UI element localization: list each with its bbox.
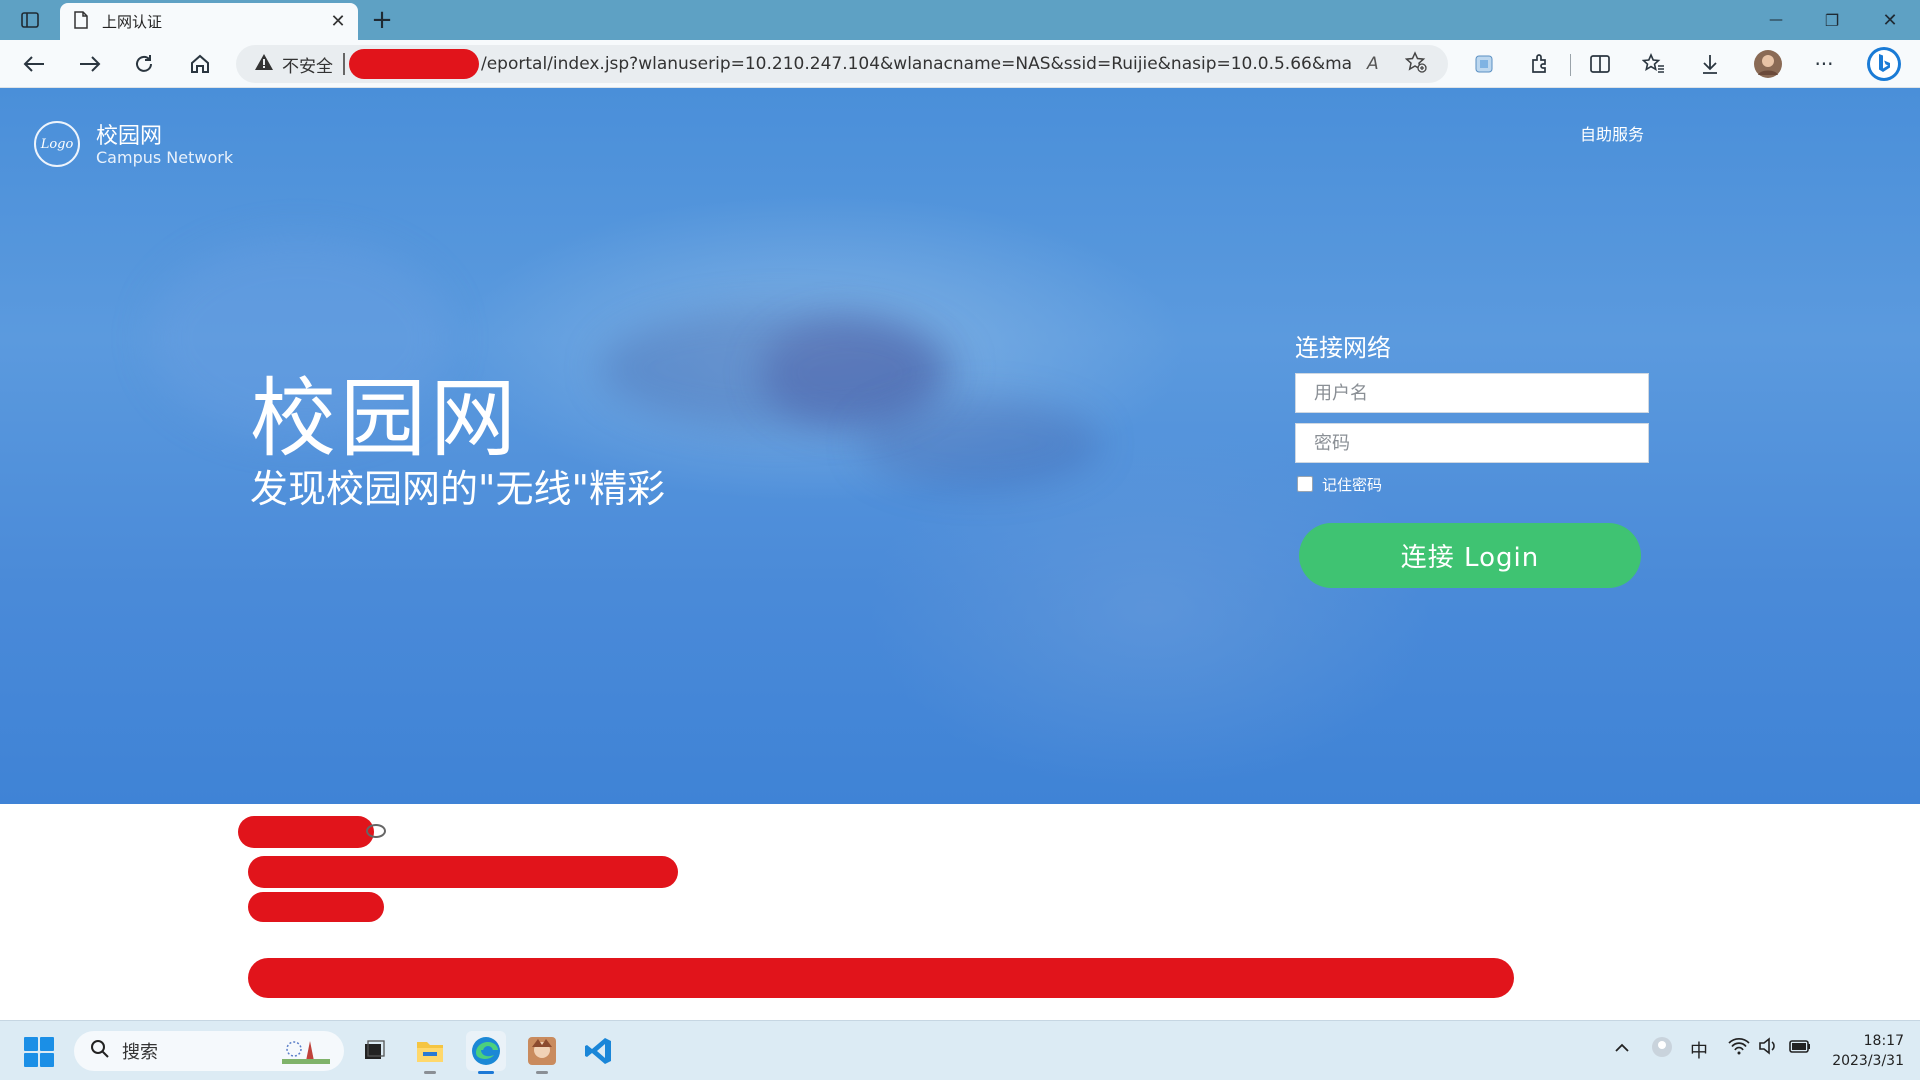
hero-title: 校园网 [250,369,520,469]
redaction-mark [238,816,374,848]
favorites-icon[interactable] [1630,40,1678,88]
redaction-circle [366,824,386,838]
translate-icon[interactable] [1460,40,1508,88]
split-screen-icon[interactable] [1576,40,1624,88]
read-aloud-icon[interactable]: A [1367,54,1379,74]
tab-actions-icon[interactable] [14,6,46,34]
tab-close-icon[interactable]: ✕ [326,10,350,34]
battery-icon[interactable] [1788,1037,1812,1060]
address-bar[interactable]: 不安全 /eportal/index.jsp?wlanuserip=10.210… [236,45,1448,83]
search-icon [90,1039,110,1063]
wifi-icon[interactable] [1728,1037,1750,1060]
clock-time: 18:17 [1863,1033,1904,1049]
forward-icon[interactable] [66,40,114,88]
maximize-button[interactable]: ❐ [1808,4,1856,36]
task-view-icon[interactable] [354,1031,394,1071]
hero-subtitle: 发现校园网的"无线"精彩 [250,467,665,511]
tab-title: 上网认证 [102,13,163,31]
site-name-english: Campus Network [96,148,234,167]
browser-tab-bar: 上网认证 ✕ + — ❐ ✕ [0,0,1920,40]
security-label[interactable]: 不安全 [282,52,333,77]
more-icon[interactable]: ··· [1800,40,1848,88]
browser-tab-active[interactable]: 上网认证 ✕ [60,3,358,40]
username-input[interactable] [1295,373,1649,413]
file-explorer-icon[interactable] [410,1031,450,1074]
site-logo[interactable]: Logo [34,121,80,167]
minimize-button[interactable]: — [1752,4,1800,36]
game-app-icon[interactable] [522,1031,562,1074]
home-icon[interactable] [176,40,224,88]
site-name: 校园网 [96,124,163,149]
bing-icon[interactable] [1860,40,1908,88]
input-method-indicator[interactable]: 中 [1690,1037,1708,1063]
footer-area [0,804,1920,1020]
browser-nav-bar: 不安全 /eportal/index.jsp?wlanuserip=10.210… [0,40,1920,88]
profile-icon[interactable] [1744,40,1792,88]
address-divider [343,53,345,75]
password-input[interactable] [1295,423,1649,463]
login-button[interactable]: 连接 Login [1299,523,1641,588]
page-document-icon [74,10,88,33]
redaction-mark [248,892,384,922]
add-favorite-icon[interactable] [1404,51,1427,77]
background-blur [860,398,1100,488]
vscode-icon[interactable] [578,1031,618,1071]
app-active-indicator [478,1071,494,1074]
redaction-mark [349,49,479,79]
warning-icon[interactable] [254,53,274,75]
taskbar: 搜索 中 18:17 2023/3/31 [0,1020,1920,1080]
url-text[interactable]: /eportal/index.jsp?wlanuserip=10.210.247… [481,54,1351,74]
redaction-mark [248,958,1514,998]
remember-password-label[interactable]: 记住密码 [1322,474,1382,495]
app-running-indicator [536,1071,548,1074]
search-highlight-icon [280,1037,332,1069]
search-label: 搜索 [122,1042,158,1063]
redaction-mark [248,856,678,888]
volume-icon[interactable] [1758,1037,1778,1060]
tray-app-icon[interactable] [1650,1035,1674,1064]
new-tab-button[interactable]: + [366,4,398,36]
taskbar-clock[interactable]: 18:17 2023/3/31 [1824,1031,1904,1071]
windows-start-icon[interactable] [24,1037,54,1067]
taskbar-search[interactable]: 搜索 [74,1031,344,1071]
extensions-icon[interactable] [1516,40,1564,88]
close-window-button[interactable]: ✕ [1866,4,1914,36]
toolbar-divider [1570,54,1571,76]
app-running-indicator [424,1071,436,1074]
clock-date: 2023/3/31 [1832,1053,1904,1069]
remember-password-checkbox[interactable] [1297,476,1313,492]
back-icon[interactable] [10,40,58,88]
show-hidden-icons-icon[interactable] [1614,1037,1630,1058]
refresh-icon[interactable] [120,40,168,88]
login-form-title: 连接网络 [1295,334,1391,362]
hero-banner: Logo 校园网 Campus Network 自助服务 校园网 发现校园网的"… [0,88,1920,804]
edge-icon[interactable] [466,1031,506,1074]
self-service-link[interactable]: 自助服务 [1580,121,1644,145]
downloads-icon[interactable] [1686,40,1734,88]
